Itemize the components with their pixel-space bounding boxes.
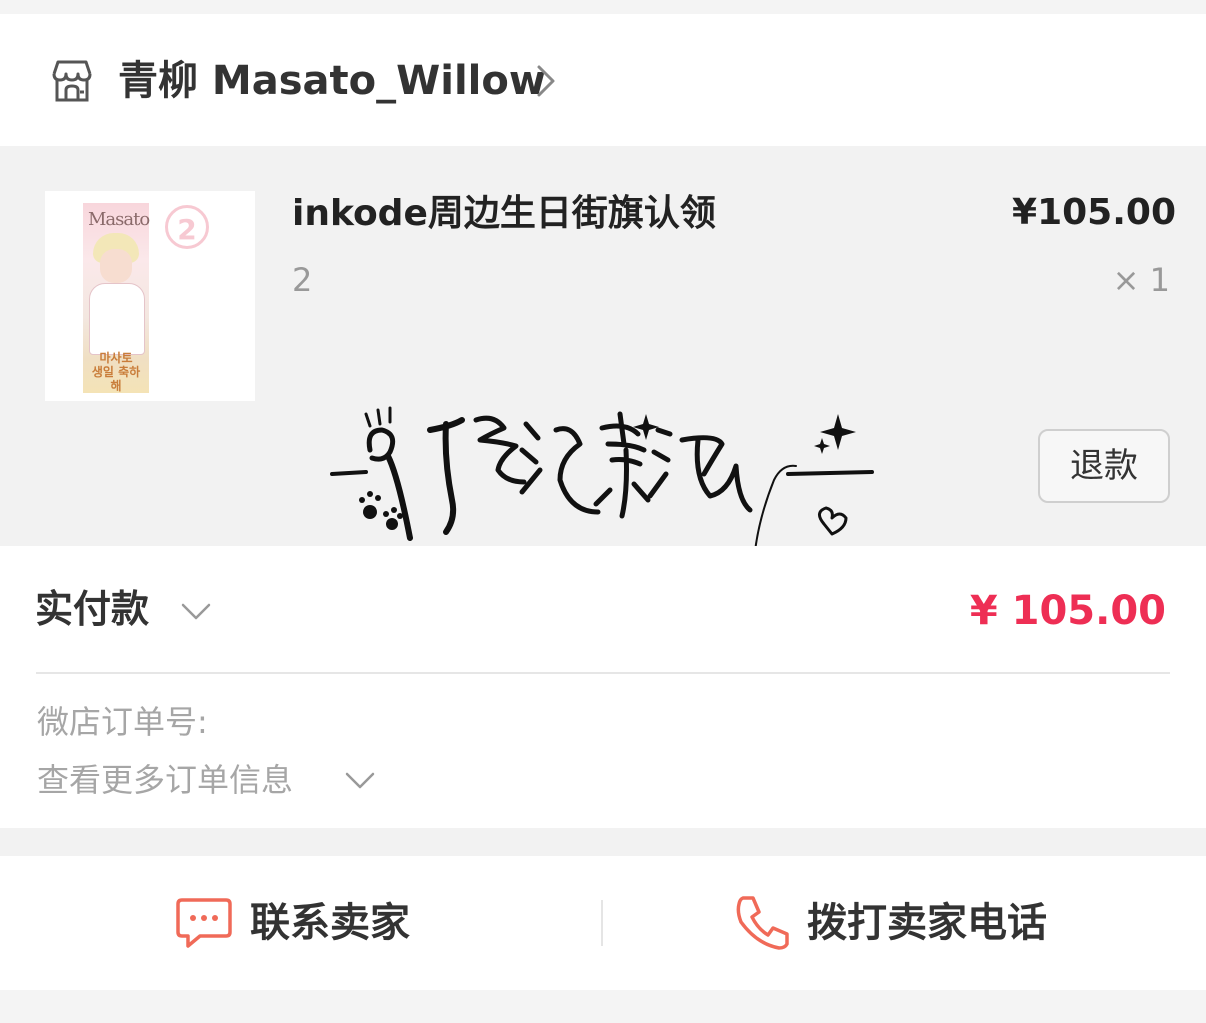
call-seller-label: 拨打卖家电话 <box>807 900 1047 946</box>
product-quantity: × 1 <box>1112 261 1170 299</box>
thumbnail-face <box>100 249 132 283</box>
top-strip <box>0 0 1206 14</box>
thumbnail-brand: Masato <box>88 209 150 230</box>
chevron-down-icon[interactable] <box>344 771 376 791</box>
contact-seller-label: 联系卖家 <box>250 900 410 946</box>
paid-amount-value: ¥ 105.00 <box>969 588 1166 634</box>
thumbnail-caption-line2: 생일 축하해 <box>91 365 141 393</box>
shop-header[interactable]: 青柳 Masato_Willow <box>0 14 1206 146</box>
thumbnail-body <box>89 283 145 355</box>
payment-section: 实付款 ¥ 105.00 微店订单号: 查看更多订单信息 <box>0 546 1206 828</box>
phone-icon <box>736 896 789 950</box>
shop-name[interactable]: 青柳 Masato_Willow <box>118 56 546 106</box>
more-order-info-link[interactable]: 查看更多订单信息 <box>37 758 293 802</box>
store-icon <box>52 60 92 102</box>
call-seller-button[interactable]: 拨打卖家电话 <box>603 856 1206 990</box>
product-price: ¥105.00 <box>1012 192 1176 233</box>
contact-seller-button[interactable]: 联系卖家 <box>0 856 603 990</box>
chevron-down-icon[interactable] <box>180 602 212 622</box>
thumbnail-poster: Masato 마사토 생일 축하해 <box>83 203 150 393</box>
section-gap <box>0 828 1206 856</box>
thumbnail-caption: 마사토 생일 축하해 <box>87 351 145 393</box>
thumbnail-number-badge: 2 <box>165 205 209 249</box>
chevron-right-icon <box>537 65 555 97</box>
refund-button[interactable]: 退款 <box>1038 429 1170 503</box>
order-number-label: 微店订单号: <box>37 703 208 741</box>
divider <box>36 672 1170 674</box>
bottom-strip <box>0 990 1206 1023</box>
product-title[interactable]: inkode周边生日街旗认领 <box>292 191 716 237</box>
product-thumbnail[interactable]: Masato 마사토 생일 축하해 2 <box>45 191 255 401</box>
chat-bubble-icon <box>176 898 232 948</box>
thumbnail-caption-line1: 마사토 <box>99 351 133 365</box>
product-variant: 2 <box>292 261 313 299</box>
action-bar: 联系卖家 拨打卖家电话 <box>0 856 1206 990</box>
paid-amount-label[interactable]: 实付款 <box>35 584 149 634</box>
